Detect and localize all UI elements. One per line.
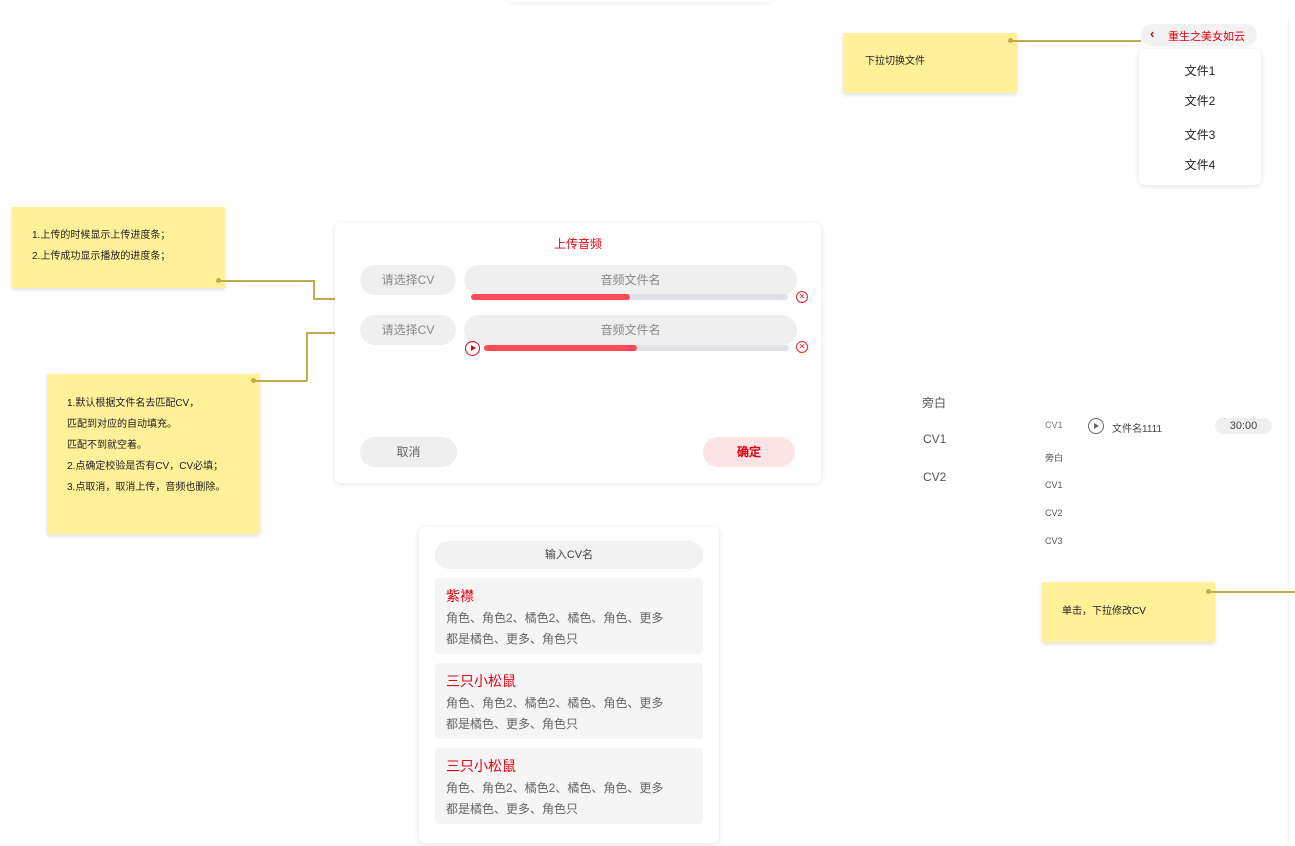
- note-click-cv: 单击，下拉修改CV: [1042, 582, 1215, 642]
- connector-line: [1209, 591, 1295, 593]
- note-line: 1.默认根据文件名去匹配CV，: [67, 398, 200, 409]
- delete-icon[interactable]: ✕: [796, 291, 808, 303]
- play-icon[interactable]: [1088, 418, 1104, 434]
- cv-search-input[interactable]: 输入CV名: [435, 541, 703, 569]
- note-line: 1.上传的时候显示上传进度条；: [32, 230, 171, 241]
- note-line: 2.点确定校验是否有CV，CV必填；: [67, 461, 224, 472]
- play-icon[interactable]: [465, 341, 480, 356]
- note-cv-rules: 1.默认根据文件名去匹配CV， 匹配到对应的自动填充。 匹配不到就空着。 2.点…: [47, 374, 260, 534]
- file-name-field[interactable]: 音频文件名: [464, 265, 797, 295]
- cv-select[interactable]: 请选择CV: [360, 315, 456, 345]
- file-option[interactable]: 文件1: [1139, 62, 1261, 79]
- connector-line: [306, 332, 308, 381]
- cv-option-desc-line: 都是橘色、更多、角色只: [446, 802, 579, 816]
- upload-progress-fill: [471, 294, 630, 300]
- cv-option-desc-line: 都是橘色、更多、角色只: [446, 632, 579, 646]
- cv-option-desc: 角色、角色2、橘色2、橘色、角色、更多 都是橘色、更多、角色只: [446, 778, 663, 820]
- audio-row-cv[interactable]: CV1: [1045, 420, 1063, 430]
- cv-dropdown-option[interactable]: 旁白: [1045, 451, 1063, 464]
- file-dropdown-title: 重生之美女如云: [1168, 31, 1245, 43]
- cv-option-desc-line: 角色、角色2、橘色2、橘色、角色、更多: [446, 611, 664, 625]
- cv-column-item[interactable]: CV1: [923, 432, 946, 446]
- upload-dialog: 上传音频 请选择CV 音频文件名 ✕ 请选择CV 音频文件名 ✕ 取消 确定: [335, 223, 821, 483]
- cv-option[interactable]: 三只小松鼠 角色、角色2、橘色2、橘色、角色、更多 都是橘色、更多、角色只: [435, 663, 703, 739]
- chevron-left-icon: ‹: [1150, 26, 1155, 41]
- note-line: 匹配到对应的自动填充。: [67, 419, 177, 430]
- connector-line: [254, 380, 307, 382]
- cv-option-desc: 角色、角色2、橘色2、橘色、角色、更多 都是橘色、更多、角色只: [446, 608, 663, 650]
- cv-option[interactable]: 三只小松鼠 角色、角色2、橘色2、橘色、角色、更多 都是橘色、更多、角色只: [435, 748, 703, 824]
- file-dropdown-header[interactable]: ‹ 重生之美女如云: [1141, 24, 1257, 46]
- cv-option-desc-line: 角色、角色2、橘色2、橘色、角色、更多: [446, 781, 664, 795]
- note-switch-file-text: 下拉切换文件: [865, 56, 925, 67]
- file-dropdown-menu: 文件1 文件2 文件3 文件4: [1139, 49, 1261, 185]
- connector-line: [219, 280, 314, 282]
- playback-progress-fill: [484, 345, 637, 351]
- cv-dropdown-option[interactable]: CV3: [1045, 536, 1063, 546]
- cv-column-item[interactable]: 旁白: [922, 394, 946, 411]
- file-option[interactable]: 文件2: [1139, 92, 1261, 109]
- connector-dot: [1008, 38, 1013, 43]
- cv-option[interactable]: 紫襟 角色、角色2、橘色2、橘色、角色、更多 都是橘色、更多、角色只: [435, 578, 703, 654]
- right-edge-panel: [1290, 20, 1295, 846]
- cv-picker: 输入CV名 紫襟 角色、角色2、橘色2、橘色、角色、更多 都是橘色、更多、角色只…: [419, 527, 719, 843]
- file-option[interactable]: 文件4: [1139, 156, 1261, 173]
- cv-option-name: 三只小松鼠: [446, 758, 516, 774]
- cv-option-desc-line: 角色、角色2、橘色2、橘色、角色、更多: [446, 696, 664, 710]
- confirm-button[interactable]: 确定: [703, 437, 795, 467]
- note-line: 匹配不到就空着。: [67, 440, 147, 451]
- cv-dropdown-option[interactable]: CV1: [1045, 480, 1063, 490]
- playback-progress-bar[interactable]: [484, 345, 789, 351]
- audio-filename: 文件名1111: [1112, 424, 1163, 435]
- upload-progress-bar: [471, 294, 788, 300]
- top-edge-card: [510, 0, 770, 2]
- note-click-cv-text: 单击，下拉修改CV: [1062, 606, 1146, 617]
- cv-dropdown-option[interactable]: CV2: [1045, 508, 1063, 518]
- dialog-title: 上传音频: [553, 237, 602, 251]
- cancel-button[interactable]: 取消: [360, 437, 457, 467]
- note-line: 3.点取消，取消上传，音频也删除。: [67, 482, 226, 493]
- audio-duration: 30:00: [1215, 418, 1272, 434]
- cv-option-desc: 角色、角色2、橘色2、橘色、角色、更多 都是橘色、更多、角色只: [446, 693, 663, 735]
- cv-option-name: 紫襟: [446, 588, 474, 604]
- cv-option-desc-line: 都是橘色、更多、角色只: [446, 717, 579, 731]
- connector-line: [313, 280, 315, 299]
- note-progress: 1.上传的时候显示上传进度条； 2.上传成功显示播放的进度条；: [12, 207, 225, 288]
- file-option[interactable]: 文件3: [1139, 126, 1261, 143]
- cv-select[interactable]: 请选择CV: [360, 265, 456, 295]
- delete-icon[interactable]: ✕: [796, 341, 808, 353]
- cv-column-item[interactable]: CV2: [923, 470, 946, 484]
- cv-option-name: 三只小松鼠: [446, 673, 516, 689]
- note-line: 2.上传成功显示播放的进度条；: [32, 251, 171, 262]
- note-switch-file: 下拉切换文件: [843, 33, 1017, 93]
- connector-line: [1011, 40, 1141, 42]
- file-name-field[interactable]: 音频文件名: [464, 315, 797, 345]
